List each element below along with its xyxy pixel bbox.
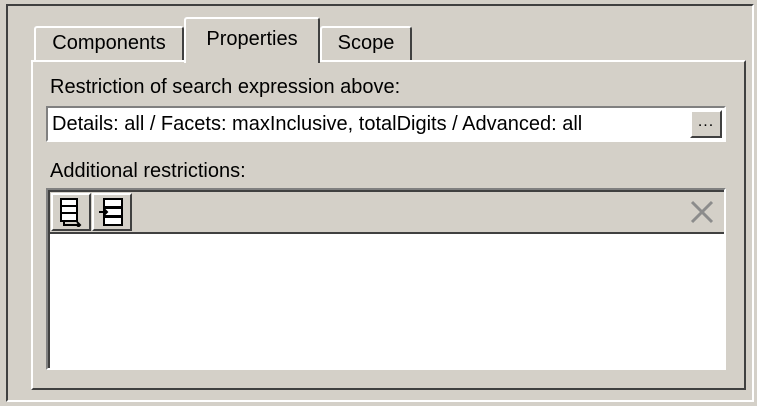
tab-scope[interactable]: Scope bbox=[320, 26, 412, 60]
append-restriction-button[interactable] bbox=[92, 193, 132, 231]
tab-properties[interactable]: Properties bbox=[184, 17, 320, 63]
tab-scope-label: Scope bbox=[337, 32, 395, 54]
restriction-label: Restriction of search expression above: bbox=[50, 76, 401, 98]
restrictions-list[interactable] bbox=[50, 234, 724, 368]
restriction-expression-text: Details: all / Facets: maxInclusive, tot… bbox=[52, 113, 583, 135]
restrictions-toolbar bbox=[50, 192, 724, 234]
delete-restriction-button[interactable] bbox=[682, 193, 722, 231]
tab-properties-label: Properties bbox=[206, 28, 298, 50]
delete-icon bbox=[690, 200, 714, 224]
restriction-expression-field[interactable]: Details: all / Facets: maxInclusive, tot… bbox=[46, 106, 726, 142]
insert-restriction-icon bbox=[60, 198, 82, 227]
tab-components[interactable]: Components bbox=[34, 26, 184, 60]
tab-components-label: Components bbox=[52, 32, 166, 54]
insert-restriction-button[interactable] bbox=[51, 193, 91, 231]
additional-restrictions-label: Additional restrictions: bbox=[50, 160, 246, 182]
additional-restrictions-panel bbox=[46, 188, 726, 370]
append-restriction-icon bbox=[99, 198, 123, 226]
properties-tab-page: Restriction of search expression above: … bbox=[31, 60, 746, 390]
browse-button[interactable]: ... bbox=[690, 110, 722, 138]
